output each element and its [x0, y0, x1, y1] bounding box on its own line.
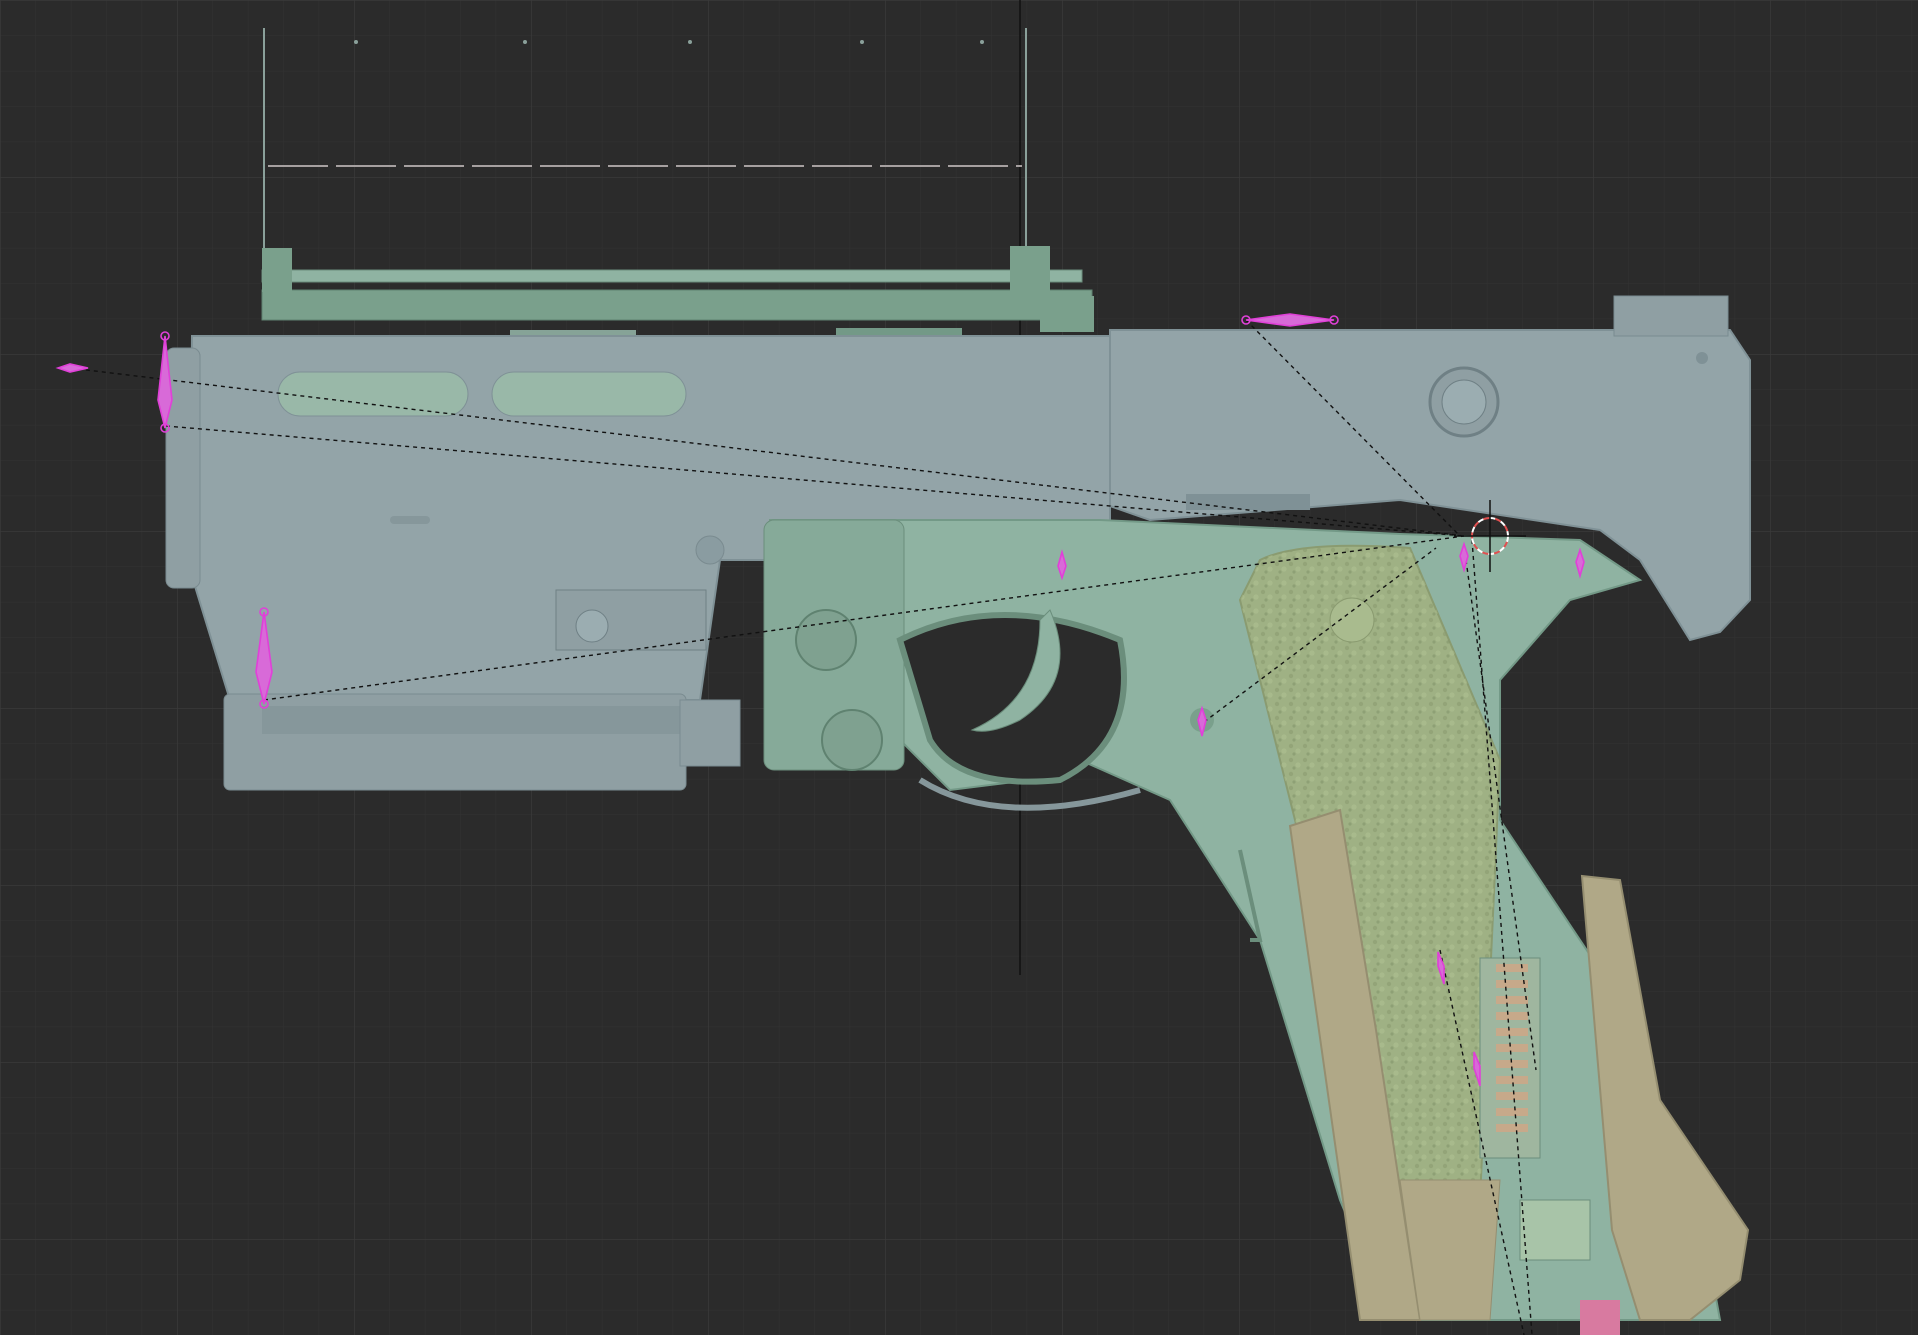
- 3d-viewport[interactable]: [0, 0, 1918, 1335]
- viewport-canvas[interactable]: [0, 0, 1918, 1335]
- under-rail[interactable]: [223, 693, 741, 791]
